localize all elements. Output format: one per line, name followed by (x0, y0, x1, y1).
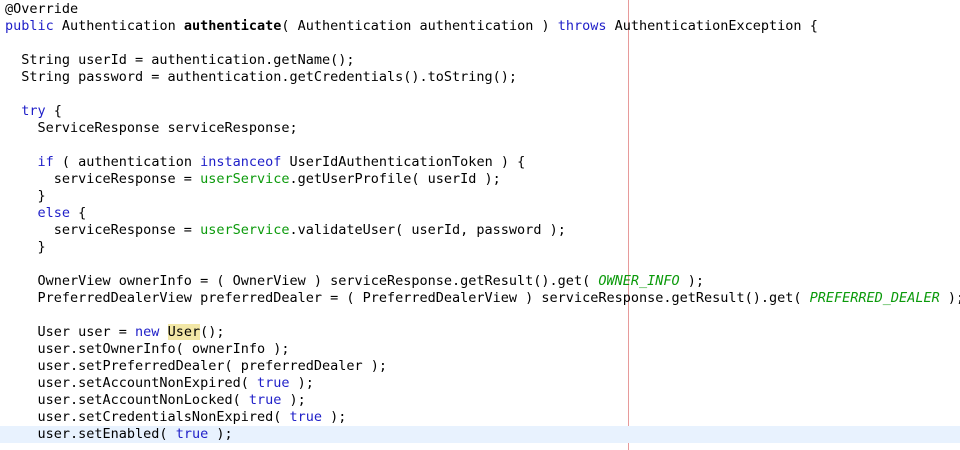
code-token: user.setAccountNonLocked( (5, 392, 249, 408)
code-line[interactable]: user.setAccountNonLocked( true ); (0, 392, 960, 409)
code-token: user.setEnabled( (5, 426, 176, 442)
code-token: PreferredDealerView preferredDealer = ( … (5, 290, 810, 306)
code-token-occ: User (167, 324, 201, 340)
code-token: user.setPreferredDealer( preferredDealer… (5, 358, 388, 374)
code-token: Authentication (53, 18, 184, 34)
code-token: ( authentication (53, 154, 201, 170)
code-token-const: PREFERRED_DEALER (809, 290, 940, 306)
code-token: ); (289, 375, 314, 391)
code-token: @Override (5, 1, 79, 17)
code-token: ( Authentication authentication ) (281, 18, 558, 34)
code-line[interactable]: ServiceResponse serviceResponse; (0, 120, 960, 137)
code-line[interactable] (0, 35, 960, 52)
code-token: (); (200, 324, 225, 340)
code-token-kw2: true (289, 409, 322, 425)
code-token: OwnerView ownerInfo = ( OwnerView ) serv… (5, 273, 599, 289)
code-token: serviceResponse = (5, 222, 201, 238)
code-token: user.setOwnerInfo( ownerInfo ); (5, 341, 290, 357)
code-token: { (45, 103, 62, 119)
code-token-field: userService (200, 171, 290, 187)
code-token: ServiceResponse serviceResponse; (5, 120, 298, 136)
code-token-kw2: new (135, 324, 160, 340)
code-line[interactable]: else { (0, 205, 960, 222)
code-line[interactable]: serviceResponse = userService.getUserPro… (0, 171, 960, 188)
code-line[interactable]: user.setCredentialsNonExpired( true ); (0, 409, 960, 426)
code-token-kw2: if (37, 154, 54, 170)
code-token: } (5, 188, 46, 204)
code-token-kw2: try (21, 103, 46, 119)
code-token: String password = authentication.getCred… (5, 69, 518, 85)
code-token-bold: authenticate (183, 18, 282, 34)
code-line[interactable]: try { (0, 103, 960, 120)
code-line[interactable]: OwnerView ownerInfo = ( OwnerView ) serv… (0, 273, 960, 290)
code-line[interactable] (0, 256, 960, 273)
code-line[interactable]: user.setEnabled( true ); (0, 426, 960, 443)
code-token: user.setAccountNonExpired( (5, 375, 257, 391)
code-token: { (70, 205, 87, 221)
code-token-kw2: true (175, 426, 209, 442)
code-token: ); (679, 273, 704, 289)
code-area[interactable]: @Override public Authentication authentic… (0, 1, 960, 443)
code-token-kw2: public (5, 18, 54, 34)
code-editor[interactable]: @Override public Authentication authentic… (0, 0, 960, 450)
code-token: User user = (5, 324, 136, 340)
code-token: serviceResponse = (5, 171, 201, 187)
code-token: .getUserProfile( userId ); (289, 171, 501, 187)
code-token-kw2: throws (557, 18, 607, 34)
code-line[interactable] (0, 307, 960, 324)
code-line[interactable]: PreferredDealerView preferredDealer = ( … (0, 290, 960, 307)
code-token-kw2: instanceof (200, 154, 282, 170)
code-line[interactable]: user.setPreferredDealer( preferredDealer… (0, 358, 960, 375)
code-token: UserIdAuthenticationToken ) { (281, 154, 526, 170)
code-token-const: OWNER_INFO (598, 273, 680, 289)
code-token-kw2: true (256, 375, 290, 391)
code-line[interactable]: } (0, 188, 960, 205)
code-token: ); (322, 409, 347, 425)
code-token: ); (208, 426, 233, 442)
code-token: AuthenticationException { (606, 18, 818, 34)
code-token: String userId = authentication.getName()… (5, 52, 355, 68)
code-line[interactable]: user.setOwnerInfo( ownerInfo ); (0, 341, 960, 358)
code-line[interactable]: } (0, 239, 960, 256)
code-line[interactable]: if ( authentication instanceof UserIdAut… (0, 154, 960, 171)
code-line[interactable]: serviceResponse = userService.validateUs… (0, 222, 960, 239)
code-line[interactable]: @Override (0, 1, 960, 18)
code-token: user.setCredentialsNonExpired( (5, 409, 290, 425)
code-line[interactable]: String userId = authentication.getName()… (0, 52, 960, 69)
code-token: } (5, 239, 46, 255)
code-token: .validateUser( userId, password ); (289, 222, 566, 238)
code-token-field: userService (200, 222, 290, 238)
code-line[interactable] (0, 137, 960, 154)
code-line[interactable] (0, 86, 960, 103)
code-line[interactable]: user.setAccountNonExpired( true ); (0, 375, 960, 392)
code-token: ); (947, 290, 960, 306)
code-token: ); (281, 392, 306, 408)
code-line[interactable]: User user = new User(); (0, 324, 960, 341)
code-line[interactable]: public Authentication authenticate( Auth… (0, 18, 960, 35)
code-token-kw2: else (37, 205, 71, 221)
code-token-kw2: true (248, 392, 282, 408)
code-line[interactable]: String password = authentication.getCred… (0, 69, 960, 86)
